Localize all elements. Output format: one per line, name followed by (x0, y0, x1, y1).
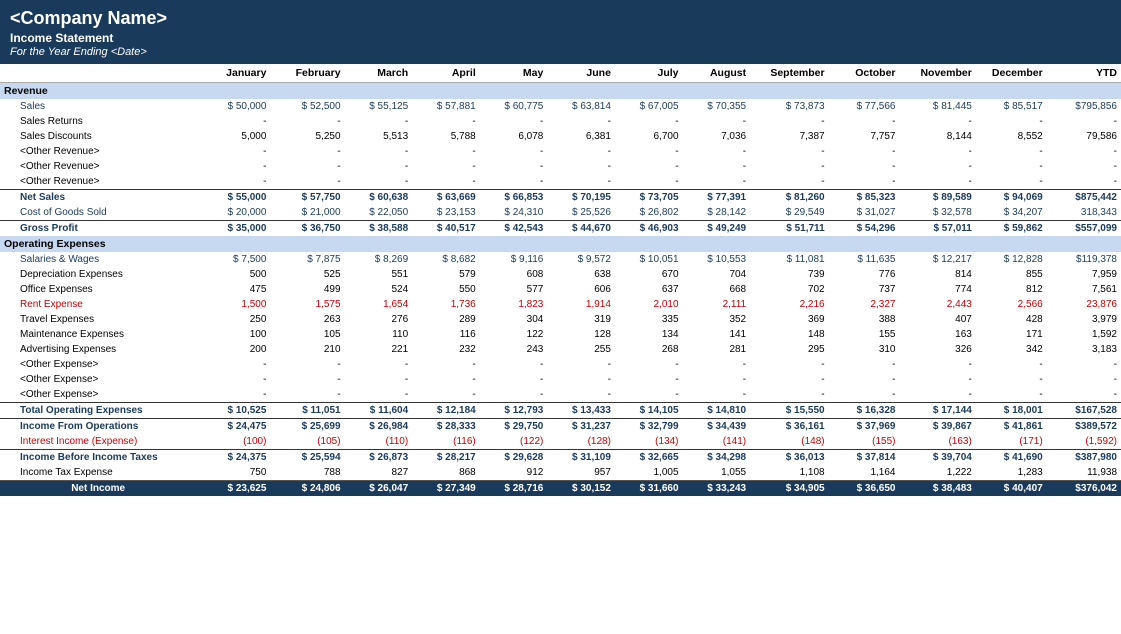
header-july: July (615, 64, 683, 83)
tax-row: Income Tax Expense 750 788 827 868 912 9… (0, 465, 1121, 481)
sales-jun: $ 63,814 (547, 99, 615, 114)
rent-label: Rent Expense (0, 297, 196, 312)
report-title: Income Statement (10, 31, 1111, 45)
header-december: December (976, 64, 1047, 83)
travel-label: Travel Expenses (0, 312, 196, 327)
header-ytd: YTD (1047, 64, 1121, 83)
tax-label: Income Tax Expense (0, 465, 196, 481)
header-february: February (270, 64, 344, 83)
header-april: April (412, 64, 480, 83)
header-september: September (750, 64, 829, 83)
sales-discounts-row: Sales Discounts 5,000 5,250 5,513 5,788 … (0, 129, 1121, 144)
depreciation-label: Depreciation Expenses (0, 267, 196, 282)
travel-row: Travel Expenses 250 263 276 289 304 319 … (0, 312, 1121, 327)
net-sales-label: Net Sales (0, 190, 196, 206)
revenue-section-header: Revenue (0, 83, 1121, 100)
office-label: Office Expenses (0, 282, 196, 297)
sales-aug: $ 70,355 (683, 99, 751, 114)
income-statement-table: January February March April May June Ju… (0, 64, 1121, 496)
salaries-row: Salaries & Wages $ 7,500 $ 7,875 $ 8,269… (0, 252, 1121, 267)
cogs-label: Cost of Goods Sold (0, 205, 196, 221)
sales-apr: $ 57,881 (412, 99, 480, 114)
other-revenue-2-row: <Other Revenue> - - - - - - - - - - - - … (0, 159, 1121, 174)
header-label (0, 64, 196, 83)
advertising-row: Advertising Expenses 200 210 221 232 243… (0, 342, 1121, 357)
operating-label: Operating Expenses (0, 236, 1121, 252)
maintenance-label: Maintenance Expenses (0, 327, 196, 342)
other-revenue-3-row: <Other Revenue> - - - - - - - - - - - - … (0, 174, 1121, 190)
sales-feb: $ 52,500 (270, 99, 344, 114)
sales-sep: $ 73,873 (750, 99, 829, 114)
sales-nov: $ 81,445 (900, 99, 976, 114)
sales-returns-label: Sales Returns (0, 114, 196, 129)
header-november: November (900, 64, 976, 83)
revenue-label: Revenue (0, 83, 1121, 100)
income-before-tax-label: Income Before Income Taxes (0, 450, 196, 466)
header-october: October (829, 64, 900, 83)
rent-row: Rent Expense 1,500 1,575 1,654 1,736 1,8… (0, 297, 1121, 312)
income-ops-label: Income From Operations (0, 419, 196, 435)
other-revenue-1-row: <Other Revenue> - - - - - - - - - - - - … (0, 144, 1121, 159)
cogs-row: Cost of Goods Sold $ 20,000 $ 21,000 $ 2… (0, 205, 1121, 221)
total-opex-row: Total Operating Expenses $ 10,525 $ 11,0… (0, 403, 1121, 419)
gross-profit-row: Gross Profit $ 35,000 $ 36,750 $ 38,588 … (0, 221, 1121, 237)
company-name: <Company Name> (10, 8, 1111, 29)
sales-row: Sales $ 50,000 $ 52,500 $ 55,125 $ 57,88… (0, 99, 1121, 114)
depreciation-row: Depreciation Expenses 500 525 551 579 60… (0, 267, 1121, 282)
header-june: June (547, 64, 615, 83)
sales-mar: $ 55,125 (345, 99, 413, 114)
maintenance-row: Maintenance Expenses 100 105 110 116 122… (0, 327, 1121, 342)
sales-may: $ 60,775 (480, 99, 548, 114)
office-row: Office Expenses 475 499 524 550 577 606 … (0, 282, 1121, 297)
sales-jul: $ 67,005 (615, 99, 683, 114)
report-subtitle: For the Year Ending <Date> (10, 46, 1111, 58)
sales-discounts-label: Sales Discounts (0, 129, 196, 144)
salaries-label: Salaries & Wages (0, 252, 196, 267)
sales-jan: $ 50,000 (196, 99, 270, 114)
header-january: January (196, 64, 270, 83)
net-income-label: Net Income (0, 481, 196, 497)
other-expense-3-row: <Other Expense> - - - - - - - - - - - - … (0, 387, 1121, 403)
operating-expenses-section-header: Operating Expenses (0, 236, 1121, 252)
income-ops-row: Income From Operations $ 24,475 $ 25,699… (0, 419, 1121, 435)
header-may: May (480, 64, 548, 83)
total-opex-label: Total Operating Expenses (0, 403, 196, 419)
sales-ytd: $795,856 (1047, 99, 1121, 114)
column-headers: January February March April May June Ju… (0, 64, 1121, 83)
sales-returns-row: Sales Returns - - - - - - - - - - - - - (0, 114, 1121, 129)
other-expense-2-row: <Other Expense> - - - - - - - - - - - - … (0, 372, 1121, 387)
advertising-label: Advertising Expenses (0, 342, 196, 357)
sales-label: Sales (0, 99, 196, 114)
net-income-row: Net Income $ 23,625 $ 24,806 $ 26,047 $ … (0, 481, 1121, 497)
interest-label: Interest Income (Expense) (0, 434, 196, 450)
net-sales-row: Net Sales $ 55,000 $ 57,750 $ 60,638 $ 6… (0, 190, 1121, 206)
header-march: March (345, 64, 413, 83)
interest-row: Interest Income (Expense) (100) (105) (1… (0, 434, 1121, 450)
report-header: <Company Name> Income Statement For the … (0, 0, 1121, 64)
sales-oct: $ 77,566 (829, 99, 900, 114)
gross-profit-label: Gross Profit (0, 221, 196, 237)
income-before-tax-row: Income Before Income Taxes $ 24,375 $ 25… (0, 450, 1121, 466)
other-expense-1-row: <Other Expense> - - - - - - - - - - - - … (0, 357, 1121, 372)
sales-dec: $ 85,517 (976, 99, 1047, 114)
header-august: August (683, 64, 751, 83)
